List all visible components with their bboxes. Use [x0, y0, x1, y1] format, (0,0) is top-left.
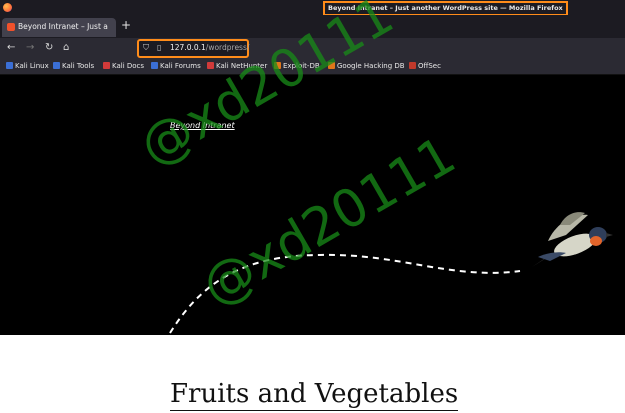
tab-label: Beyond Intranet – Just another WordPress… [18, 22, 108, 31]
nethunter-icon [207, 62, 214, 69]
new-tab-icon[interactable]: + [121, 19, 131, 31]
bookmark-kali-nethunter[interactable]: Kali NetHunter [207, 62, 267, 70]
bird-icon [532, 212, 613, 267]
site-header-banner: Beyond Intranet [0, 75, 625, 335]
bookmark-kali-linux[interactable]: Kali Linux [6, 62, 49, 70]
ghdb-icon [328, 62, 335, 69]
flight-path-illustration [169, 212, 613, 334]
kali-docs-icon [103, 62, 110, 69]
bookmark-kali-forums[interactable]: Kali Forums [151, 62, 201, 70]
firefox-logo-icon [3, 3, 12, 12]
dashed-flight-path [169, 253, 521, 334]
bookmark-google-hacking-db[interactable]: Google Hacking DB [328, 62, 405, 70]
bookmark-kali-docs[interactable]: Kali Docs [103, 62, 144, 70]
post-title-link[interactable]: Fruits and Vegetables [170, 379, 459, 411]
shield-icon[interactable]: ⛉ [143, 43, 149, 53]
bookmarks-toolbar: Kali Linux Kali Tools Kali Docs Kali For… [0, 59, 625, 75]
url-text[interactable]: 127.0.0.1/wordpress/ [170, 43, 249, 52]
bookmark-offsec[interactable]: OffSec [409, 62, 441, 70]
forward-arrow-icon[interactable]: → [26, 42, 34, 53]
page-info-icon[interactable]: ▯ [157, 43, 161, 52]
tab-strip: Beyond Intranet – Just another WordPress… [0, 15, 625, 38]
window-titlebar: Beyond Intranet – Just another WordPress… [0, 0, 625, 16]
bookmark-kali-tools[interactable]: Kali Tools [53, 62, 94, 70]
wordpress-favicon-icon [7, 23, 15, 31]
bookmark-exploit-db[interactable]: Exploit-DB [274, 62, 320, 70]
url-host: 127.0.0.1 [170, 43, 206, 52]
kali-icon [53, 62, 60, 69]
home-icon[interactable]: ⌂ [63, 42, 69, 53]
kali-icon [151, 62, 158, 69]
navigation-toolbar: ← → ↻ ⌂ ⛉ ▯ 127.0.0.1/wordpress/ [0, 38, 625, 59]
window-title: Beyond Intranet – Just another WordPress… [323, 1, 568, 16]
tab-active[interactable]: Beyond Intranet – Just another WordPress… [2, 18, 116, 37]
url-path: /wordpress/ [205, 43, 250, 52]
main-content: Fruits and Vegetables [0, 335, 625, 413]
kali-icon [6, 62, 13, 69]
offsec-icon [409, 62, 416, 69]
url-bar[interactable]: ⛉ ▯ 127.0.0.1/wordpress/ [137, 39, 249, 58]
back-arrow-icon[interactable]: ← [7, 42, 15, 53]
exploit-db-icon [274, 62, 281, 69]
reload-icon[interactable]: ↻ [45, 42, 53, 53]
